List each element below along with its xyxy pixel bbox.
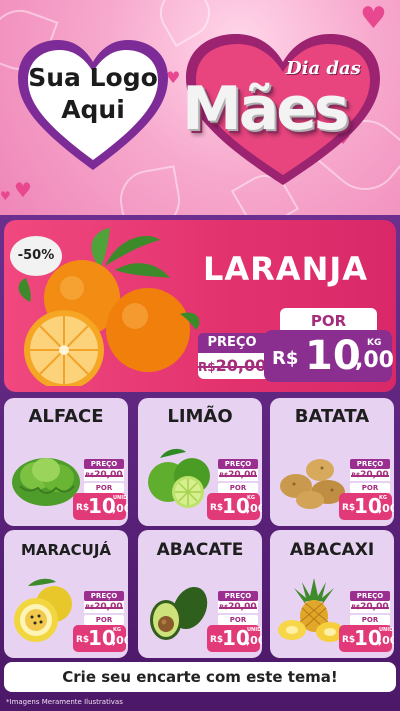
new-price: R$ 10 UNID ,00 bbox=[339, 625, 394, 652]
featured-price-cents: ,00 bbox=[355, 348, 394, 373]
new-price: R$ 10 UNID ,00 bbox=[207, 625, 262, 652]
new-price: R$ 10 KG ,00 bbox=[207, 493, 262, 520]
title-big: Mães bbox=[182, 74, 350, 144]
price-cents: ,00 bbox=[246, 502, 262, 515]
featured-old-value: 20,00 bbox=[215, 356, 267, 375]
old-price: R$20,00 bbox=[350, 469, 390, 481]
price-unit: KG bbox=[247, 495, 255, 501]
old-value: 20,00 bbox=[228, 602, 257, 612]
old-value: 20,00 bbox=[360, 470, 389, 480]
flyer-page: ♥ ♥ ♥ ♥ ♥ Sua Logo Aqui Dia das Mães bbox=[0, 0, 400, 711]
price-unit: UNID bbox=[379, 627, 394, 633]
product-card: ABACAXI PREÇO R$20,00 POR R$ 10 UNID ,00 bbox=[270, 530, 394, 658]
featured-price-int: 10 bbox=[305, 333, 361, 379]
old-price-label: PREÇO bbox=[218, 591, 258, 601]
new-price: R$ 10 KG ,00 bbox=[73, 625, 128, 652]
old-price-label: PREÇO bbox=[84, 591, 124, 601]
new-price: R$ 10 KG ,00 bbox=[339, 493, 394, 520]
price-unit: UNID bbox=[113, 495, 128, 501]
featured-old-label: PREÇO bbox=[198, 333, 266, 353]
product-name: LIMÃO bbox=[167, 406, 233, 427]
featured-price: R$ 10 KG ,00 bbox=[264, 330, 394, 382]
old-price-label: PREÇO bbox=[84, 459, 124, 469]
heart-icon: ♥ bbox=[14, 178, 32, 202]
old-currency: R$ bbox=[85, 604, 95, 611]
price-unit: KG bbox=[379, 495, 387, 501]
product-name: MARACUJÁ bbox=[20, 541, 112, 559]
price-cents: ,00 bbox=[112, 502, 128, 515]
new-price-label: POR bbox=[218, 483, 258, 493]
cta-banner[interactable]: Crie seu encarte com este tema! bbox=[4, 662, 396, 692]
product-name: BATATA bbox=[294, 406, 370, 427]
old-currency: R$ bbox=[85, 472, 95, 479]
featured-old-currency: R$ bbox=[198, 360, 216, 374]
price-cents: ,00 bbox=[378, 502, 394, 515]
old-price-label: PREÇO bbox=[350, 591, 390, 601]
product-card: ALFACE PREÇO R$20,00 POR R$ 10 UNID ,00 bbox=[4, 398, 128, 526]
price-unit: KG bbox=[113, 627, 121, 633]
product-card: MARACUJÁ PREÇO R$20,00 POR R$ 10 KG ,00 bbox=[4, 530, 128, 658]
new-price-label: POR bbox=[218, 615, 258, 625]
old-currency: R$ bbox=[351, 472, 361, 479]
old-price: R$20,00 bbox=[84, 601, 124, 613]
new-price-label: POR bbox=[350, 615, 390, 625]
discount-badge: -50% bbox=[10, 236, 62, 276]
product-name: ALFACE bbox=[28, 406, 104, 427]
heart-icon: ♥ bbox=[0, 189, 11, 203]
old-price: R$20,00 bbox=[84, 469, 124, 481]
footnote: *Imagens Meramente Ilustrativas bbox=[6, 698, 123, 706]
product-card: BATATA PREÇO R$20,00 POR R$ 10 KG ,00 bbox=[270, 398, 394, 526]
new-price-label: POR bbox=[350, 483, 390, 493]
logo-text-line1: Sua Logo bbox=[28, 63, 158, 92]
product-name: ABACAXI bbox=[289, 540, 375, 560]
product-card: LIMÃO PREÇO R$20,00 POR R$ 10 KG ,00 bbox=[138, 398, 262, 526]
old-price: R$20,00 bbox=[218, 469, 258, 481]
old-value: 20,00 bbox=[94, 602, 123, 612]
product-card: ABACATE PREÇO R$20,00 POR R$ 10 UNID ,00 bbox=[138, 530, 262, 658]
featured-currency: R$ bbox=[272, 348, 299, 369]
old-value: 20,00 bbox=[94, 470, 123, 480]
old-value: 20,00 bbox=[228, 470, 257, 480]
featured-product-name: LARANJA bbox=[203, 250, 369, 288]
price-unit: UNID bbox=[247, 627, 262, 633]
new-price-label: POR bbox=[84, 615, 124, 625]
old-currency: R$ bbox=[219, 472, 229, 479]
new-price: R$ 10 UNID ,00 bbox=[73, 493, 128, 520]
header-banner: ♥ ♥ ♥ ♥ ♥ Sua Logo Aqui Dia das Mães bbox=[0, 0, 400, 215]
old-price: R$20,00 bbox=[218, 601, 258, 613]
logo-placeholder: Sua Logo Aqui bbox=[18, 62, 168, 126]
featured-unit: KG bbox=[367, 338, 382, 348]
featured-old-price: R$20,00 bbox=[198, 353, 266, 379]
new-price-label: POR bbox=[84, 483, 124, 493]
logo-text-line2: Aqui bbox=[61, 95, 125, 124]
old-price-label: PREÇO bbox=[350, 459, 390, 469]
product-name: ABACATE bbox=[156, 540, 244, 560]
price-cents: ,00 bbox=[246, 634, 262, 647]
old-price: R$20,00 bbox=[350, 601, 390, 613]
old-price-label: PREÇO bbox=[218, 459, 258, 469]
old-currency: R$ bbox=[219, 604, 229, 611]
old-value: 20,00 bbox=[360, 602, 389, 612]
price-cents: ,00 bbox=[378, 634, 394, 647]
old-currency: R$ bbox=[351, 604, 361, 611]
price-cents: ,00 bbox=[112, 634, 128, 647]
